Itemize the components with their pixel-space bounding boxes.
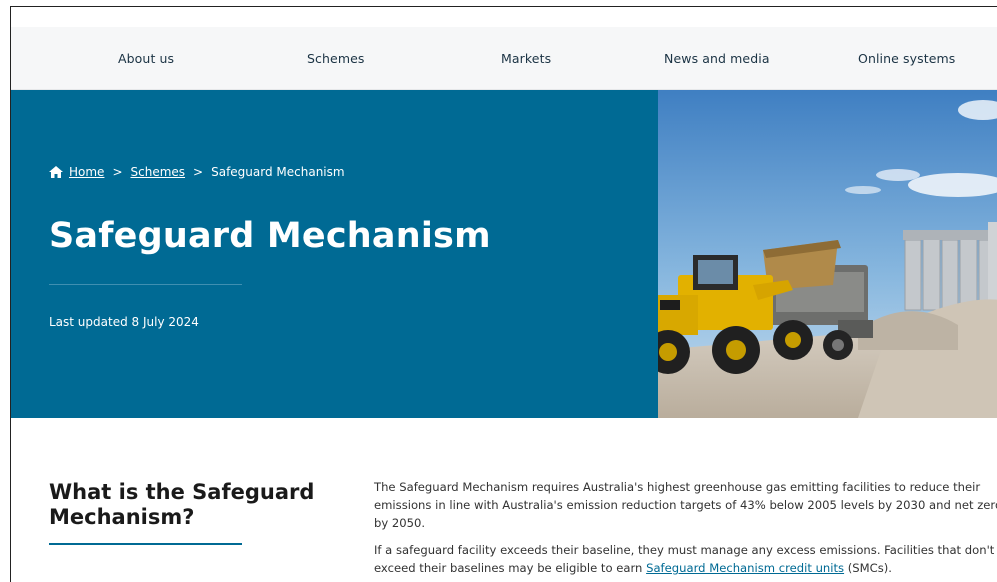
top-strip	[11, 7, 997, 27]
hero-banner: Home > Schemes > Safeguard Mechanism Saf…	[11, 90, 997, 418]
breadcrumb: Home > Schemes > Safeguard Mechanism	[49, 165, 345, 179]
paragraph-2: If a safeguard facility exceeds their ba…	[374, 541, 997, 577]
section-body: The Safeguard Mechanism requires Austral…	[374, 478, 997, 582]
intro-section: What is the Safeguard Mechanism? The Saf…	[11, 418, 997, 582]
breadcrumb-separator: >	[193, 165, 204, 179]
nav-markets[interactable]: Markets	[501, 51, 551, 66]
nav-about-us[interactable]: About us	[118, 51, 174, 66]
paragraph-2-tail: (SMCs).	[844, 561, 892, 575]
page-title: Safeguard Mechanism	[49, 216, 491, 256]
nav-news-and-media[interactable]: News and media	[664, 51, 770, 66]
browser-viewport: About us Schemes Markets News and media …	[10, 6, 997, 582]
home-icon[interactable]	[49, 166, 63, 178]
last-updated-text: Last updated 8 July 2024	[49, 315, 199, 329]
breadcrumb-current: Safeguard Mechanism	[211, 165, 345, 179]
breadcrumb-separator: >	[112, 165, 123, 179]
breadcrumb-home-link[interactable]: Home	[69, 165, 104, 179]
nav-online-systems[interactable]: Online systems	[858, 51, 955, 66]
nav-schemes[interactable]: Schemes	[307, 51, 365, 66]
title-divider	[49, 284, 242, 285]
breadcrumb-schemes-link[interactable]: Schemes	[131, 165, 186, 179]
smc-link[interactable]: Safeguard Mechanism credit units	[646, 561, 844, 575]
section-heading: What is the Safeguard Mechanism?	[49, 480, 315, 529]
hero-image-loader-truck	[658, 90, 997, 418]
paragraph-1: The Safeguard Mechanism requires Austral…	[374, 480, 997, 530]
section-divider	[49, 543, 242, 545]
main-navigation: About us Schemes Markets News and media …	[11, 27, 997, 90]
